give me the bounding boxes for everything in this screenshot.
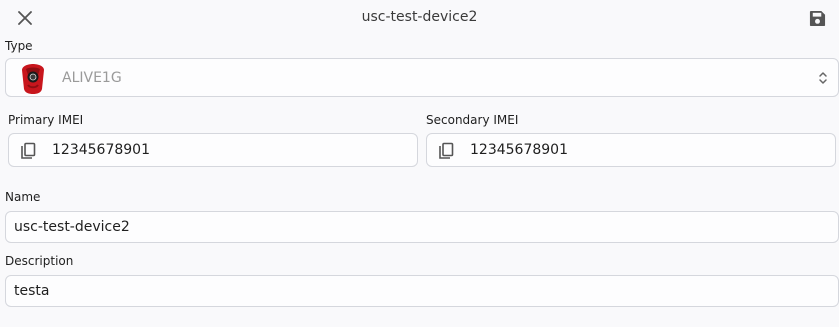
- primary-imei-copy-button[interactable]: [19, 141, 39, 161]
- type-value: ALIVE1G: [62, 70, 122, 86]
- primary-imei-field: 12345678901: [8, 133, 418, 167]
- primary-imei-label: Primary IMEI: [8, 113, 84, 127]
- name-value: usc-test-device2: [14, 219, 130, 235]
- page-title: usc-test-device2: [361, 9, 478, 25]
- select-arrows-icon: [819, 72, 827, 84]
- secondary-imei-field: 12345678901: [426, 133, 836, 167]
- secondary-imei-copy-button[interactable]: [437, 141, 457, 161]
- device-logo-icon: [22, 64, 44, 94]
- description-input[interactable]: testa: [5, 275, 839, 307]
- save-icon: [809, 10, 825, 26]
- type-select[interactable]: ALIVE1G: [5, 58, 839, 97]
- copy-icon: [21, 142, 36, 159]
- description-value: testa: [14, 283, 50, 299]
- header-bar: usc-test-device2: [0, 0, 839, 37]
- save-button[interactable]: [806, 7, 828, 29]
- description-label: Description: [5, 254, 74, 268]
- copy-icon: [439, 142, 454, 159]
- name-label: Name: [5, 190, 41, 204]
- type-label: Type: [5, 39, 33, 53]
- name-input[interactable]: usc-test-device2: [5, 211, 839, 243]
- secondary-imei-label: Secondary IMEI: [426, 113, 519, 127]
- primary-imei-value[interactable]: 12345678901: [52, 142, 150, 158]
- secondary-imei-value[interactable]: 12345678901: [470, 142, 568, 158]
